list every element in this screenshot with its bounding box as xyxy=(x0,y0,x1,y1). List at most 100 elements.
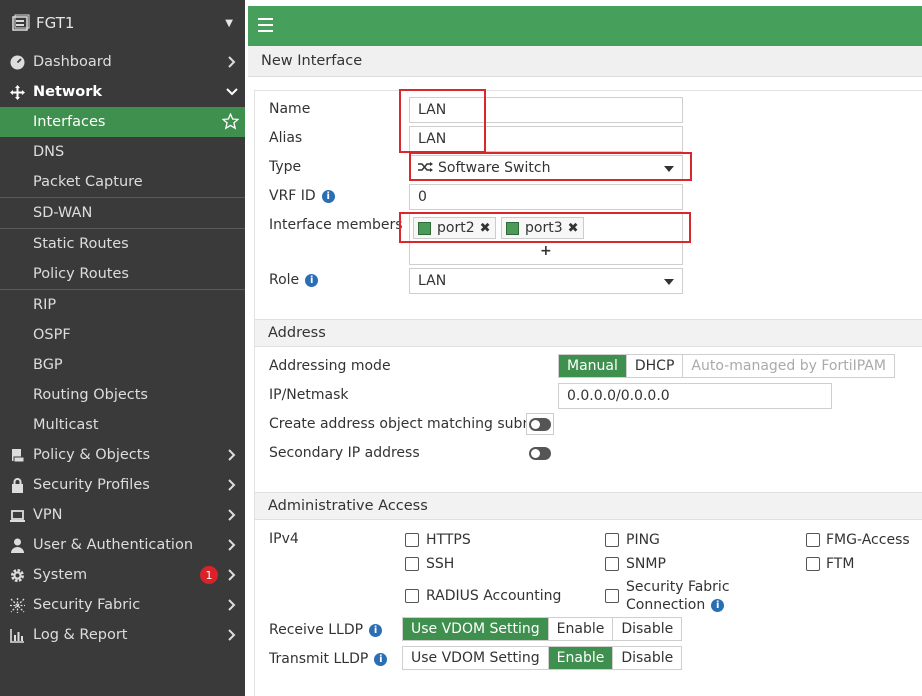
transmit-lldp-enable-button[interactable]: Enable xyxy=(548,647,614,669)
transmit-lldp-vdom-button[interactable]: Use VDOM Setting xyxy=(403,647,549,669)
dashboard-icon xyxy=(8,55,26,70)
type-label: Type xyxy=(269,159,302,175)
ipmask-field[interactable]: 0.0.0.0/0.0.0.0 xyxy=(558,383,832,409)
ssh-label: SSH xyxy=(426,556,455,572)
info-icon[interactable]: i xyxy=(321,190,335,203)
chevron-right-icon xyxy=(228,599,236,611)
caret-down-icon xyxy=(664,279,674,285)
sidebar-item-security-profiles[interactable]: Security Profiles xyxy=(0,470,245,500)
https-checkbox[interactable] xyxy=(405,533,419,547)
chevron-right-icon xyxy=(228,56,236,68)
caret-down-icon: ▼ xyxy=(225,17,233,29)
receive-lldp-disable-button[interactable]: Disable xyxy=(613,618,682,640)
sidebar-item-label: VPN xyxy=(33,507,63,523)
alias-label: Alias xyxy=(269,130,303,146)
info-icon[interactable]: i xyxy=(374,653,388,666)
create-address-object-toggle[interactable] xyxy=(529,418,551,431)
ping-checkbox[interactable] xyxy=(605,533,619,547)
lock-icon xyxy=(8,477,26,493)
sidebar: FGT1 ▼ Dashboard Network Interfaces DNS … xyxy=(0,0,245,696)
receive-lldp-enable-button[interactable]: Enable xyxy=(548,618,614,640)
sidebar-item-static-routes[interactable]: Static Routes xyxy=(0,229,245,259)
sidebar-item-packet-capture[interactable]: Packet Capture xyxy=(0,167,245,197)
secondary-ip-toggle[interactable] xyxy=(529,447,551,460)
chevron-right-icon xyxy=(228,509,236,521)
chevron-right-icon xyxy=(228,449,236,461)
create-address-object-label: Create address object matching subnet xyxy=(269,416,546,432)
info-icon[interactable]: i xyxy=(369,624,383,637)
info-icon[interactable]: i xyxy=(305,274,319,287)
sidebar-item-label: Log & Report xyxy=(33,627,128,643)
ftm-checkbox[interactable] xyxy=(806,557,820,571)
sidebar-item-routing-objects[interactable]: Routing Objects xyxy=(0,380,245,410)
ping-label: PING xyxy=(626,532,660,548)
star-icon[interactable] xyxy=(222,113,239,130)
policy-icon xyxy=(8,448,26,463)
sidebar-item-interfaces[interactable]: Interfaces xyxy=(0,107,245,137)
ssh-checkbox[interactable] xyxy=(405,557,419,571)
laptop-icon xyxy=(8,508,26,523)
sidebar-item-user-authentication[interactable]: User & Authentication xyxy=(0,530,245,560)
sidebar-item-multicast[interactable]: Multicast xyxy=(0,410,245,440)
mode-ipam-button[interactable]: Auto-managed by FortiIPAM xyxy=(683,355,894,377)
transmit-lldp-toggle[interactable]: Use VDOM Setting Enable Disable xyxy=(402,646,683,670)
breadcrumb: New Interface xyxy=(248,46,922,77)
members-label: Interface members xyxy=(269,217,403,233)
sidebar-item-label: User & Authentication xyxy=(33,537,194,553)
role-select[interactable]: LAN xyxy=(409,268,683,294)
sidebar-item-label: Packet Capture xyxy=(33,174,143,190)
chevron-down-icon xyxy=(226,88,238,96)
receive-lldp-vdom-button[interactable]: Use VDOM Setting xyxy=(403,618,549,640)
sidebar-item-security-fabric[interactable]: Security Fabric xyxy=(0,590,245,620)
secondary-ip-label: Secondary IP address xyxy=(269,445,420,461)
transmit-lldp-label: Transmit LLDP i xyxy=(269,651,388,667)
sidebar-item-system[interactable]: System 1 xyxy=(0,560,245,590)
transmit-lldp-disable-button[interactable]: Disable xyxy=(613,647,682,669)
sidebar-item-label: Network xyxy=(33,84,103,100)
ipv4-label: IPv4 xyxy=(269,531,299,547)
menu-icon[interactable] xyxy=(258,18,273,32)
addressing-mode-label: Addressing mode xyxy=(269,358,391,374)
sidebar-item-ospf[interactable]: OSPF xyxy=(0,320,245,350)
device-selector[interactable]: FGT1 ▼ xyxy=(0,0,245,46)
sidebar-item-policy-routes[interactable]: Policy Routes xyxy=(0,259,245,289)
sidebar-item-vpn[interactable]: VPN xyxy=(0,500,245,530)
sidebar-item-dns[interactable]: DNS xyxy=(0,137,245,167)
sidebar-item-dashboard[interactable]: Dashboard xyxy=(0,47,245,77)
admin-access-section-header: Administrative Access xyxy=(255,492,922,520)
chevron-right-icon xyxy=(228,479,236,491)
sidebar-item-label: Dashboard xyxy=(33,54,112,70)
sidebar-item-policy-objects[interactable]: Policy & Objects xyxy=(0,440,245,470)
sidebar-item-sd-wan[interactable]: SD-WAN xyxy=(0,198,245,228)
security-fabric-connection-checkbox[interactable] xyxy=(605,589,619,603)
role-value: LAN xyxy=(418,273,447,289)
sidebar-item-label: DNS xyxy=(33,144,65,160)
radius-accounting-checkbox[interactable] xyxy=(405,589,419,603)
sidebar-item-label: Security Profiles xyxy=(33,477,150,493)
sidebar-item-label: OSPF xyxy=(33,327,71,343)
mode-dhcp-button[interactable]: DHCP xyxy=(626,355,684,377)
sidebar-item-log-report[interactable]: Log & Report xyxy=(0,620,245,650)
highlight-box xyxy=(409,152,692,181)
mode-manual-button[interactable]: Manual xyxy=(559,355,627,377)
fmg-access-label: FMG-Access xyxy=(826,532,910,548)
add-member-button[interactable]: + xyxy=(540,243,552,259)
highlight-box xyxy=(399,89,486,153)
vrf-id-field[interactable]: 0 xyxy=(409,184,683,210)
receive-lldp-toggle[interactable]: Use VDOM Setting Enable Disable xyxy=(402,617,683,641)
highlight-box xyxy=(399,212,691,243)
vrf-label: VRF ID i xyxy=(269,188,335,204)
snmp-checkbox[interactable] xyxy=(605,557,619,571)
sidebar-item-label: Policy Routes xyxy=(33,266,129,282)
sidebar-item-bgp[interactable]: BGP xyxy=(0,350,245,380)
sidebar-item-network[interactable]: Network xyxy=(0,77,245,107)
sidebar-item-rip[interactable]: RIP xyxy=(0,290,245,320)
security-fabric-label-line2: Connection i xyxy=(626,596,725,614)
notification-badge: 1 xyxy=(200,566,218,584)
addressing-mode-toggle[interactable]: Manual DHCP Auto-managed by FortiIPAM xyxy=(558,354,895,378)
receive-lldp-label: Receive LLDP i xyxy=(269,622,383,638)
sidebar-item-label: Policy & Objects xyxy=(33,447,151,463)
info-icon[interactable]: i xyxy=(711,599,725,612)
radius-accounting-label: RADIUS Accounting xyxy=(426,588,562,604)
fmg-access-checkbox[interactable] xyxy=(806,533,820,547)
